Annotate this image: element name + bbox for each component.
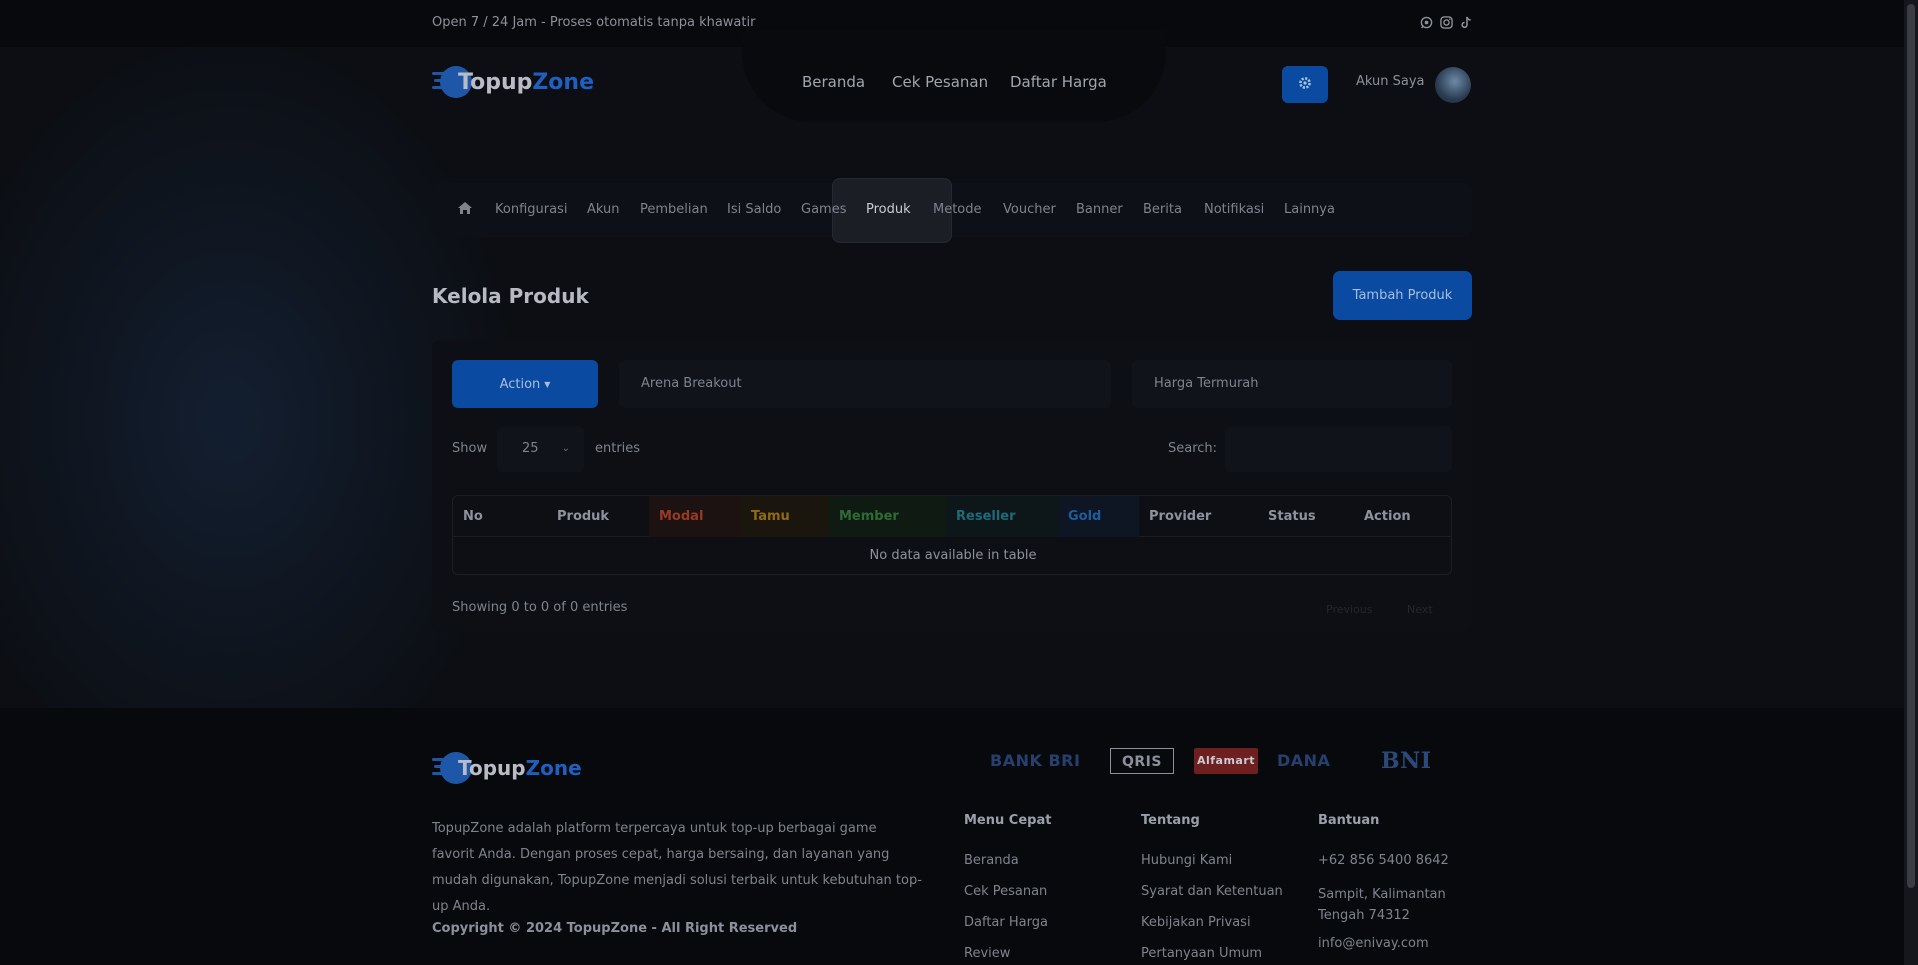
footer [0, 708, 1904, 965]
column-header-reseller[interactable]: Reseller [946, 496, 1058, 537]
footer-phone[interactable]: +62 856 5400 8642 [1318, 853, 1449, 868]
sort-select[interactable]: Harga Termurah [1132, 360, 1452, 408]
admin-menu-konfigurasi[interactable]: Konfigurasi [495, 202, 567, 217]
whatsapp-icon[interactable] [1419, 16, 1433, 30]
topbar-tagline: Open 7 / 24 Jam - Proses otomatis tanpa … [432, 15, 756, 30]
table-empty-message: No data available in table [869, 548, 1037, 563]
column-header-gold[interactable]: Gold [1058, 496, 1139, 537]
pagination-next[interactable]: Next [1407, 603, 1433, 616]
payment-logo-bni: BNI [1381, 748, 1432, 774]
search-input[interactable] [1225, 426, 1452, 472]
column-header-modal[interactable]: Modal [649, 496, 741, 537]
payment-logo-bri: BANK BRI [990, 751, 1081, 770]
products-table: No Produk Modal Tamu Member Reseller Gol… [452, 495, 1452, 575]
column-header-member[interactable]: Member [829, 496, 946, 537]
footer-link-syarat-ketentuan[interactable]: Syarat dan Ketentuan [1141, 884, 1283, 899]
footer-link-daftar-harga[interactable]: Daftar Harga [964, 915, 1048, 930]
footer-link-beranda[interactable]: Beranda [964, 853, 1019, 868]
nav-link-beranda[interactable]: Beranda [802, 73, 865, 91]
footer-address: Sampit, Kalimantan Tengah 74312 [1318, 887, 1446, 923]
column-header-action[interactable]: Action [1354, 496, 1451, 537]
logo-text-accent: Zone [532, 69, 595, 95]
footer-heading-tentang: Tentang [1141, 813, 1200, 828]
header-logo[interactable]: TopupZone [432, 64, 594, 100]
settings-button[interactable] [1282, 66, 1328, 103]
footer-link-cek-pesanan[interactable]: Cek Pesanan [964, 884, 1047, 899]
footer-logo-text-main: Topup [458, 756, 526, 780]
scrollbar-thumb[interactable] [1907, 4, 1915, 888]
column-header-tamu[interactable]: Tamu [741, 496, 829, 537]
admin-menu-berita[interactable]: Berita [1143, 202, 1182, 217]
pagination-info: Showing 0 to 0 of 0 entries [452, 600, 628, 615]
page-title: Kelola Produk [432, 284, 589, 308]
entries-label: entries [595, 441, 641, 456]
nav-link-cek-pesanan[interactable]: Cek Pesanan [892, 73, 988, 91]
add-product-button[interactable]: Tambah Produk [1333, 271, 1472, 320]
column-header-provider[interactable]: Provider [1139, 496, 1258, 537]
column-header-status[interactable]: Status [1258, 496, 1354, 537]
account-label[interactable]: Akun Saya [1356, 74, 1425, 89]
footer-copyright: Copyright © 2024 TopupZone - All Right R… [432, 921, 798, 936]
caret-down-icon: ▼ [544, 379, 551, 389]
footer-heading-menu-cepat: Menu Cepat [964, 813, 1052, 828]
footer-link-kebijakan-privasi[interactable]: Kebijakan Privasi [1141, 915, 1251, 930]
admin-menu-metode[interactable]: Metode [933, 202, 982, 217]
chevron-down-icon: ⌄ [561, 443, 570, 454]
admin-menu-notifikasi[interactable]: Notifikasi [1204, 202, 1264, 217]
footer-link-hubungi-kami[interactable]: Hubungi Kami [1141, 853, 1232, 868]
admin-menu-isi-saldo[interactable]: Isi Saldo [727, 202, 781, 217]
tiktok-icon[interactable] [1459, 16, 1473, 30]
admin-menu-games[interactable]: Games [801, 202, 846, 217]
instagram-icon[interactable] [1439, 16, 1453, 30]
action-dropdown-button[interactable]: Action ▼ [452, 360, 598, 408]
show-label: Show [452, 441, 488, 456]
footer-heading-bantuan: Bantuan [1318, 813, 1380, 828]
footer-logo[interactable]: TopupZone [432, 750, 582, 786]
footer-description: TopupZone adalah platform terpercaya unt… [432, 821, 922, 914]
action-button-label: Action [499, 376, 541, 392]
gear-icon [1298, 75, 1312, 94]
avatar[interactable] [1435, 67, 1471, 103]
footer-link-pertanyaan-umum[interactable]: Pertanyaan Umum [1141, 946, 1262, 961]
search-label: Search: [1168, 441, 1218, 456]
home-icon[interactable] [457, 200, 473, 219]
admin-menu-akun[interactable]: Akun [587, 202, 620, 217]
game-select[interactable]: Arena Breakout [619, 360, 1111, 408]
logo-text-main: Topup [458, 69, 533, 95]
entries-select-value: 25 [522, 441, 539, 456]
payment-logo-qris: QRIS [1110, 748, 1174, 774]
admin-menu-pembelian[interactable]: Pembelian [640, 202, 708, 217]
column-header-no[interactable]: No [453, 496, 547, 537]
footer-logo-text-accent: Zone [525, 756, 582, 780]
entries-select[interactable]: 25 ⌄ [497, 426, 584, 472]
footer-email[interactable]: info@enivay.com [1318, 936, 1429, 951]
admin-menu-produk[interactable]: Produk [866, 202, 911, 217]
payment-logo-dana: DANA [1277, 751, 1331, 770]
pagination-previous[interactable]: Previous [1326, 603, 1373, 616]
table-header: No Produk Modal Tamu Member Reseller Gol… [453, 496, 1451, 537]
footer-link-review[interactable]: Review [964, 946, 1010, 961]
admin-menu-banner[interactable]: Banner [1076, 202, 1123, 217]
column-header-produk[interactable]: Produk [547, 496, 649, 537]
admin-menu-voucher[interactable]: Voucher [1003, 202, 1056, 217]
nav-link-daftar-harga[interactable]: Daftar Harga [1010, 73, 1107, 91]
payment-logo-alfamart: Alfamart [1194, 748, 1258, 774]
admin-menu-lainnya[interactable]: Lainnya [1284, 202, 1335, 217]
